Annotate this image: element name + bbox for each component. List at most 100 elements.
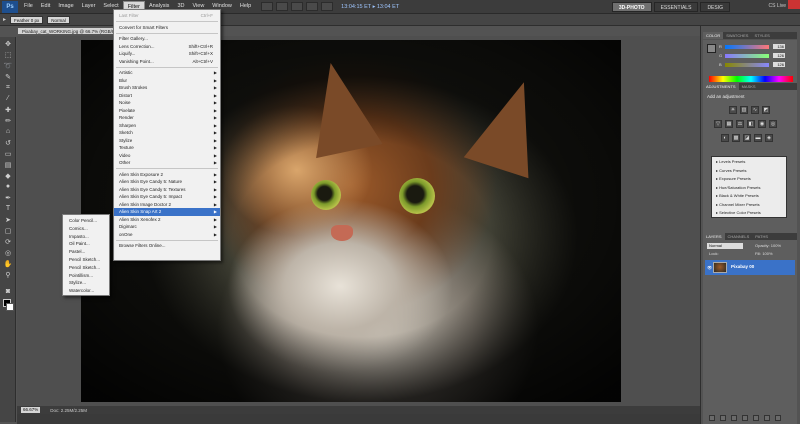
new-layer-icon[interactable] [764, 415, 770, 421]
zoom-tool-icon[interactable]: ⚲ [3, 270, 13, 279]
clone-stamp-tool-icon[interactable]: ⌂ [3, 127, 13, 136]
tab-layers[interactable]: LAYERS [703, 233, 725, 240]
blend-mode-dropdown[interactable]: Normal [707, 243, 743, 249]
doc-size-readout[interactable]: Doc: 2.25M/2.25M [50, 408, 87, 413]
vibrance-icon[interactable]: ▽ [714, 120, 722, 128]
history-brush-tool-icon[interactable]: ↺ [3, 138, 13, 147]
workspace-3d-photo[interactable]: 3D-PHOTO [611, 2, 652, 12]
filter-menu-item[interactable]: Liquify... Shift+Ctrl+X [114, 50, 220, 58]
opacity-field[interactable]: Opacity: 100% [753, 243, 793, 249]
add-mask-icon[interactable] [731, 415, 737, 421]
quick-mask-icon[interactable]: ◙ [3, 287, 13, 296]
filter-menu-item[interactable]: Browse Filters Online... [114, 242, 220, 250]
value-r[interactable]: 136 [773, 44, 785, 49]
crop-tool-icon[interactable]: ⌗ [3, 83, 13, 92]
filter-menu-item[interactable]: Vanishing Point... Alt+Ctrl+V [114, 58, 220, 66]
menu-image[interactable]: Image [54, 1, 77, 12]
tab-color[interactable]: COLOR [703, 32, 724, 39]
adjustment-preset-item[interactable]: ▸ Exposure Presets [716, 176, 751, 181]
style-dropdown[interactable]: Normal [47, 15, 70, 24]
filter-menu-item[interactable]: Alien Skin Eye Candy 5: Textures ▶ [114, 186, 220, 194]
zoom-field[interactable]: 66.67% [21, 407, 41, 413]
tab-styles[interactable]: STYLES [751, 32, 772, 39]
channel-mixer-icon[interactable]: ◎ [769, 120, 777, 128]
filter-menu-item[interactable]: Alien Skin Xenofex 2 ▶ [114, 216, 220, 224]
filter-menu-item[interactable]: Render ▶ [114, 114, 220, 122]
screen-mode-button[interactable] [321, 2, 334, 11]
fill-field[interactable]: Fill: 100% [753, 251, 793, 257]
filter-menu-item[interactable]: Noise ▶ [114, 99, 220, 107]
color-balance-icon[interactable]: ⚖ [736, 120, 744, 128]
value-g[interactable]: 126 [773, 53, 785, 58]
workspace-design[interactable]: DESIG [700, 2, 730, 12]
levels-icon[interactable]: ▥ [740, 106, 748, 114]
tab-paths[interactable]: PATHS [752, 233, 771, 240]
filter-menu-item[interactable]: Distort ▶ [114, 92, 220, 100]
menu-edit[interactable]: Edit [37, 1, 54, 12]
delete-layer-icon[interactable] [775, 415, 781, 421]
tab-adjustments[interactable]: ADJUSTMENTS [703, 83, 739, 90]
value-b[interactable]: 126 [773, 62, 785, 67]
type-tool-icon[interactable]: T [3, 204, 13, 213]
blur-tool-icon[interactable]: ◆ [3, 171, 13, 180]
filter-menu-item[interactable]: Video ▶ [114, 152, 220, 160]
filter-menu-item[interactable]: Filter Gallery... [114, 35, 220, 43]
filter-menu-item[interactable]: Alien Skin Image Doctor 2 ▶ [114, 201, 220, 209]
hand-tool-icon[interactable]: ✋ [3, 259, 13, 268]
filter-menu-item[interactable]: onOne ▶ [114, 231, 220, 239]
filter-menu-item[interactable]: Sketch ▶ [114, 129, 220, 137]
filter-menu-item[interactable]: Alien Skin Exposure 2 ▶ [114, 171, 220, 179]
new-group-icon[interactable] [753, 415, 759, 421]
bridge-button[interactable] [261, 2, 274, 11]
color-spectrum[interactable] [709, 76, 793, 82]
path-select-tool-icon[interactable]: ➤ [3, 215, 13, 224]
curves-icon[interactable]: ∿ [751, 106, 759, 114]
filter-menu-item[interactable]: Texture ▶ [114, 144, 220, 152]
adjustment-preset-item[interactable]: ▸ Black & White Presets [716, 193, 759, 198]
workspace-essentials[interactable]: ESSENTIALS [653, 2, 699, 12]
brightness-icon[interactable]: ☀ [729, 106, 737, 114]
threshold-icon[interactable]: ◪ [743, 134, 751, 142]
3d-camera-tool-icon[interactable]: ◎ [3, 248, 13, 257]
snapart-menu-item[interactable]: Comics... [63, 225, 109, 233]
new-adjustment-icon[interactable] [742, 415, 748, 421]
adjustment-preset-item[interactable]: ▸ Hue/Saturation Presets [716, 185, 760, 190]
document-tab[interactable]: Pixabay_cat_WORKING.jpg @ 66.7% (RGB/8) [17, 27, 121, 35]
foreground-color-chip[interactable] [707, 44, 716, 53]
visibility-eye-icon[interactable]: 👁 [707, 265, 712, 270]
snapart-menu-item[interactable]: Stylize... [63, 279, 109, 287]
menu-file[interactable]: File [20, 1, 37, 12]
photo-filter-icon[interactable]: ◉ [758, 120, 766, 128]
posterize-icon[interactable]: ▩ [732, 134, 740, 142]
filter-menu-item[interactable]: Pixelate ▶ [114, 107, 220, 115]
hue-saturation-icon[interactable]: ▦ [725, 120, 733, 128]
arrange-documents-button[interactable] [306, 2, 319, 11]
selective-color-icon[interactable]: ◈ [765, 134, 773, 142]
cs-live-button[interactable]: CS Live [768, 3, 786, 9]
slider-b[interactable] [725, 63, 769, 67]
dodge-tool-icon[interactable]: ● [3, 182, 13, 191]
zoom-level-button[interactable] [291, 2, 304, 11]
background-color-swatch[interactable] [6, 303, 14, 311]
snapart-menu-item[interactable]: Color Pencil... [63, 217, 109, 225]
filter-menu-item[interactable]: Stylize ▶ [114, 137, 220, 145]
adjustment-preset-item[interactable]: ▸ Selective Color Presets [716, 210, 761, 215]
eyedropper-tool-icon[interactable]: ⁄ [3, 94, 13, 103]
filter-menu-item[interactable]: Alien Skin Snap Art 2 ▶ [114, 208, 220, 216]
lasso-tool-icon[interactable]: ➰ [3, 61, 13, 70]
filter-menu-item[interactable]: Brush Strokes ▶ [114, 84, 220, 92]
menu-layer[interactable]: Layer [78, 1, 100, 12]
filter-menu-item[interactable]: Other ▶ [114, 159, 220, 167]
snapart-menu-item[interactable]: Pencil Sketch... [63, 264, 109, 272]
tab-channels[interactable]: CHANNELS [725, 233, 753, 240]
move-tool-icon[interactable]: ✥ [3, 39, 13, 48]
snapart-menu-item[interactable]: Pointillism... [63, 272, 109, 280]
tab-masks[interactable]: MASKS [739, 83, 759, 90]
pen-tool-icon[interactable]: ✒ [3, 193, 13, 202]
3d-rotate-tool-icon[interactable]: ⟳ [3, 237, 13, 246]
tool-preset-icon[interactable]: ▸ [3, 16, 6, 23]
invert-icon[interactable]: ◐ [721, 134, 729, 142]
quick-select-tool-icon[interactable]: ✎ [3, 72, 13, 81]
tab-swatches[interactable]: SWATCHES [723, 32, 751, 39]
filter-menu-item[interactable]: Last Filter Ctrl+F [114, 12, 220, 20]
